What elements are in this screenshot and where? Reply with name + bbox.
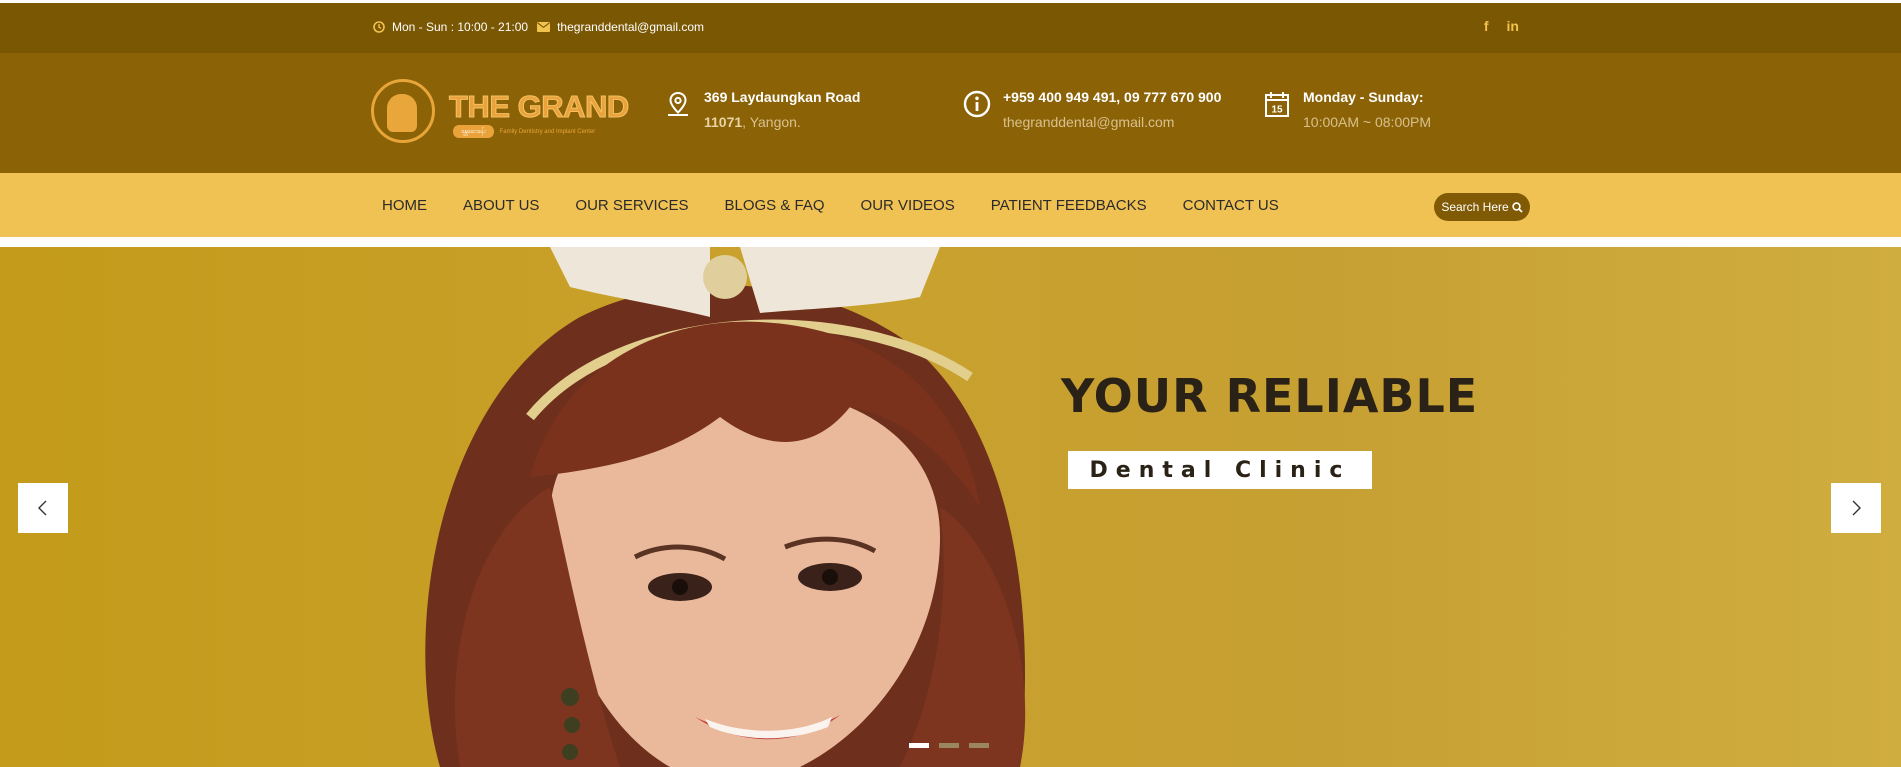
calendar-day: 15: [1271, 105, 1283, 116]
opening-hours-text: Mon - Sun : 10:00 - 21:00: [392, 20, 529, 34]
schedule-time: 10:00AM ~ 08:00PM: [1303, 114, 1432, 130]
linkedin-icon[interactable]: in: [1507, 18, 1519, 34]
logo-subtitle: Family Dentistry and Implant Center: [499, 128, 596, 135]
address-city: 11071, Yangon.: [704, 113, 860, 131]
slider-dot[interactable]: [939, 743, 959, 748]
hero-subheadline: Dental Clinic: [1068, 451, 1372, 489]
slider-prev-button[interactable]: [18, 483, 68, 533]
calendar-icon: 15: [1265, 92, 1289, 117]
nav-item-our-videos[interactable]: OUR VIDEOS: [861, 197, 955, 214]
contact-block: +959 400 949 491, 09 777 670 900 thegran…: [963, 88, 1221, 131]
address-postcode: 11071: [704, 114, 743, 130]
schedule-days: Monday - Sunday:: [1303, 89, 1424, 105]
topbar-email[interactable]: thegranddental@gmail.com: [537, 20, 704, 34]
clock-icon: [373, 21, 385, 33]
nav-menu: HOME ABOUT US OUR SERVICES BLOGS & FAQ O…: [382, 173, 1315, 237]
slider-indicators: [909, 743, 989, 748]
slider-dot[interactable]: [969, 743, 989, 748]
address-street: 369 Laydaungkan Road: [704, 89, 861, 105]
main-nav: HOME ABOUT US OUR SERVICES BLOGS & FAQ O…: [0, 173, 1901, 237]
site-header: THE GRAND ဒန္တဆေးခန်း Family Dentistry a…: [0, 53, 1901, 173]
tooth-icon: [387, 94, 417, 132]
logo-title: THE GRAND: [449, 89, 630, 125]
contact-email[interactable]: thegranddental@gmail.com: [1003, 113, 1221, 131]
social-links: f in: [1484, 18, 1519, 34]
nav-item-home[interactable]: HOME: [382, 197, 427, 214]
top-bar-info: Mon - Sun : 10:00 - 21:00 thegranddental…: [373, 20, 713, 34]
opening-hours: Mon - Sun : 10:00 - 21:00: [373, 20, 528, 34]
search-button[interactable]: Search Here: [1434, 193, 1530, 221]
logo-tag: ဒန္တဆေးခန်း: [453, 125, 494, 138]
slider-next-button[interactable]: [1831, 483, 1881, 533]
info-icon: [963, 90, 991, 118]
nav-item-about-us[interactable]: ABOUT US: [463, 197, 539, 214]
search-button-label: Search Here: [1441, 200, 1509, 214]
envelope-icon: [537, 22, 551, 32]
chevron-right-icon: [1852, 500, 1861, 516]
contact-phones[interactable]: +959 400 949 491, 09 777 670 900: [1003, 88, 1221, 106]
address-city-text: , Yangon.: [742, 114, 801, 130]
facebook-icon[interactable]: f: [1484, 18, 1489, 34]
nav-item-contact-us[interactable]: CONTACT US: [1183, 197, 1279, 214]
search-icon: [1511, 201, 1523, 213]
logo-tagline: ဒန္တဆေးခန်း Family Dentistry and Implant…: [453, 125, 595, 138]
topbar-email-text: thegranddental@gmail.com: [557, 20, 705, 34]
address-block: 369 Laydaungkan Road 11071, Yangon.: [664, 88, 860, 131]
hero-slider: YOUR RELIABLE Dental Clinic: [0, 247, 1901, 767]
schedule-block: 15 Monday - Sunday: 10:00AM ~ 08:00PM: [1263, 88, 1431, 131]
hero-headline: YOUR RELIABLE: [1061, 369, 1479, 423]
slider-dot[interactable]: [909, 743, 929, 748]
site-logo[interactable]: THE GRAND ဒန္တဆေးခန်း Family Dentistry a…: [371, 79, 631, 147]
nav-item-our-services[interactable]: OUR SERVICES: [575, 197, 688, 214]
top-bar: Mon - Sun : 10:00 - 21:00 thegranddental…: [0, 0, 1901, 53]
nav-item-blogs-faq[interactable]: BLOGS & FAQ: [725, 197, 825, 214]
nav-item-patient-feedbacks[interactable]: PATIENT FEEDBACKS: [991, 197, 1147, 214]
hero-portrait-image: [425, 247, 1026, 767]
location-pin-icon: [668, 91, 688, 116]
nav-divider: [0, 237, 1901, 247]
chevron-left-icon: [38, 500, 47, 516]
